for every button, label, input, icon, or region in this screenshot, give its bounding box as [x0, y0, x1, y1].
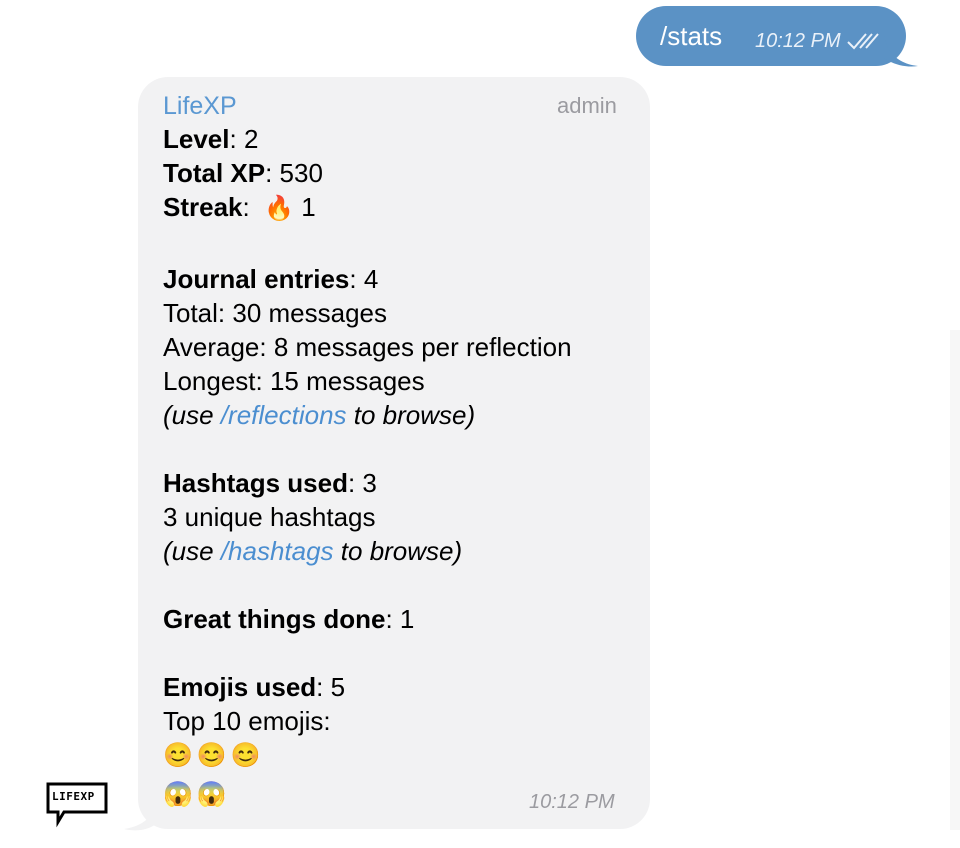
- journal-longest: Longest: 15 messages: [163, 366, 425, 396]
- incoming-message-time: 10:12 PM: [529, 791, 615, 813]
- streak-line: Streak: 🔥 1: [163, 192, 316, 222]
- hashtags-unique: 3 unique hashtags: [163, 502, 376, 532]
- total-xp-value: : 530: [265, 158, 323, 188]
- emojis-label: Emojis used: [163, 672, 317, 702]
- emoji-row-scream: 😱😱: [163, 781, 231, 808]
- level-label: Level: [163, 124, 230, 154]
- hashtags-hint-pre: (use: [163, 536, 221, 566]
- avatar-label: LIFEXP: [52, 790, 95, 803]
- hashtags-value: : 3: [347, 468, 377, 498]
- journal-line: Journal entries: 4: [163, 263, 378, 295]
- top-emojis-label: Top 10 emojis:: [163, 706, 331, 736]
- hashtags-hint: (use /hashtags to browse): [163, 535, 462, 567]
- great-things-line: Great things done: 1: [163, 603, 414, 635]
- total-xp-label: Total XP: [163, 158, 266, 188]
- great-things-value: : 1: [385, 604, 415, 634]
- outgoing-bubble-tail: [884, 34, 918, 67]
- journal-value: : 4: [349, 264, 379, 294]
- level-value: : 2: [229, 124, 259, 154]
- streak-value: 1: [301, 192, 316, 222]
- double-check-icon: [847, 33, 879, 50]
- incoming-bubble-tail: [124, 800, 156, 831]
- journal-average: Average: 8 messages per reflection: [163, 332, 572, 362]
- hashtags-label: Hashtags used: [163, 468, 348, 498]
- level-line: Level: 2: [163, 123, 258, 155]
- emojis-value: : 5: [316, 672, 346, 702]
- hashtags-line: Hashtags used: 3: [163, 467, 377, 499]
- journal-total: Total: 30 messages: [163, 298, 388, 328]
- hashtags-command-link[interactable]: /hashtags: [221, 536, 334, 566]
- sender-role-badge: admin: [557, 93, 617, 118]
- hashtags-hint-post: to browse): [333, 536, 463, 566]
- total-xp-line: Total XP: 530: [163, 157, 323, 189]
- outgoing-message-text: /stats: [660, 21, 723, 51]
- emoji-row-smile: 😊😊😊: [163, 742, 265, 769]
- lifexp-avatar-icon[interactable]: [44, 780, 110, 830]
- fire-icon: 🔥: [264, 195, 295, 222]
- sender-name[interactable]: LifeXP: [163, 91, 237, 121]
- scroll-edge: [950, 330, 960, 830]
- journal-label: Journal entries: [163, 264, 350, 294]
- reflections-hint-post: to browse): [346, 400, 476, 430]
- reflections-hint: (use /reflections to browse): [163, 399, 475, 431]
- great-things-label: Great things done: [163, 604, 386, 634]
- reflections-command-link[interactable]: /reflections: [221, 400, 347, 430]
- outgoing-message-time: 10:12 PM: [755, 30, 841, 52]
- reflections-hint-pre: (use: [163, 400, 221, 430]
- emojis-line: Emojis used: 5: [163, 671, 345, 703]
- streak-label: Streak: [163, 192, 243, 222]
